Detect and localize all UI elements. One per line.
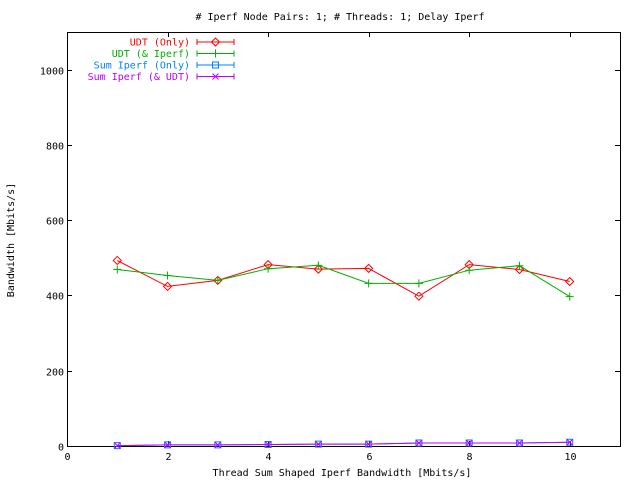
x-tick-label: 8 [466,452,472,463]
series-line [117,441,570,447]
y-tick-label: 200 [46,368,64,379]
data-point [414,279,423,288]
data-point [364,279,373,288]
legend-label: Sum Iperf (& UDT) [88,72,190,83]
x-tick-label: 2 [165,452,171,463]
plot-frame [67,32,621,447]
data-point [112,255,122,266]
data-point [213,276,222,285]
y-tick-label: 400 [46,292,64,303]
series-3 [113,438,574,449]
y-tick-label: 800 [46,142,64,153]
chart-canvas: # Iperf Node Pairs: 1; # Threads: 1; Del… [6,12,621,479]
series-0 [112,255,575,301]
chart: # Iperf Node Pairs: 1; # Threads: 1; Del… [0,0,640,480]
data-point [565,292,574,301]
x-tick-label: 10 [564,452,576,463]
series-line [117,264,570,298]
legend-marker [211,49,220,58]
series-1 [113,261,574,301]
data-point [163,271,172,280]
x-tick-label: 4 [265,452,271,463]
x-tick-label: 6 [366,452,372,463]
y-tick-label: 1000 [40,67,64,78]
y-axis-label: Bandwidth [Mbits/s] [6,183,17,297]
data-point [465,266,474,275]
series-group [112,255,575,450]
y-tick-label: 0 [58,443,64,454]
x-tick-label: 0 [64,452,70,463]
legend-label: Sum Iperf (Only) [94,61,190,72]
legend: UDT (Only)UDT (& Iperf)Sum Iperf (Only)S… [88,37,235,83]
legend-label: UDT (Only) [130,38,190,49]
data-point [113,265,122,274]
chart-title: # Iperf Node Pairs: 1; # Threads: 1; Del… [196,12,485,23]
y-tick-label: 600 [46,217,64,228]
x-axis-label: Thread Sum Shaped Iperf Bandwidth [Mbits… [213,468,472,479]
legend-label: UDT (& Iperf) [112,49,190,60]
data-point [565,276,575,287]
axes: 0 200 400 600 800 1000 0 2 4 6 8 10 [40,32,620,463]
series-line [117,260,570,297]
